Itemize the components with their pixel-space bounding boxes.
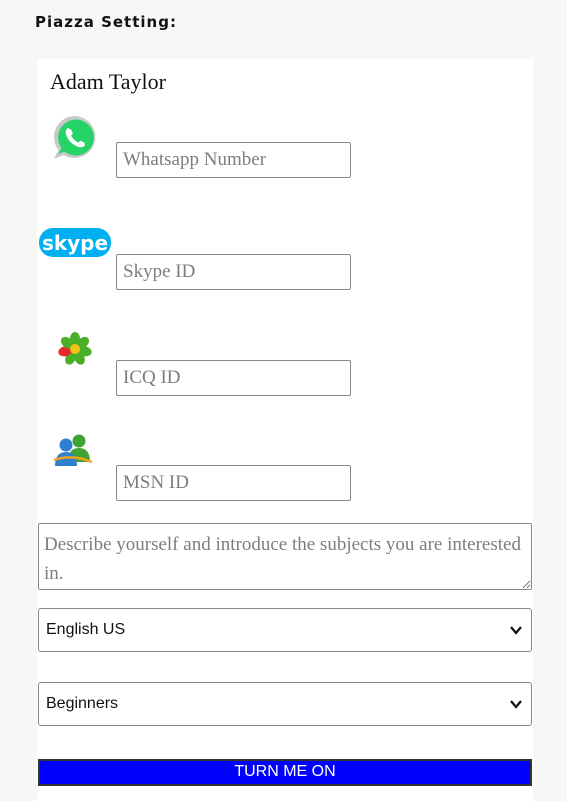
skype-logo-text: skype	[42, 231, 108, 255]
icq-icon	[58, 332, 92, 365]
page-heading: Piazza Setting:	[35, 13, 177, 31]
description-textarea[interactable]	[38, 523, 532, 590]
profile-name: Adam Taylor	[50, 69, 166, 94]
chevron-down-icon	[510, 626, 522, 635]
language-select[interactable]: English US	[38, 608, 532, 652]
settings-panel: Adam Taylor skype Eng	[37, 59, 533, 801]
level-select[interactable]: Beginners	[38, 682, 532, 726]
skype-icon: skype	[39, 228, 111, 257]
msn-input[interactable]	[116, 465, 351, 501]
whatsapp-icon	[53, 116, 96, 159]
level-select-value: Beginners	[46, 695, 119, 712]
chevron-down-icon	[510, 700, 522, 709]
whatsapp-input[interactable]	[116, 142, 351, 178]
turn-me-on-button[interactable]: TURN ME ON	[38, 759, 532, 786]
msn-icon	[53, 434, 93, 466]
skype-input[interactable]	[116, 254, 351, 290]
language-select-value: English US	[46, 621, 126, 638]
icq-input[interactable]	[116, 360, 351, 396]
